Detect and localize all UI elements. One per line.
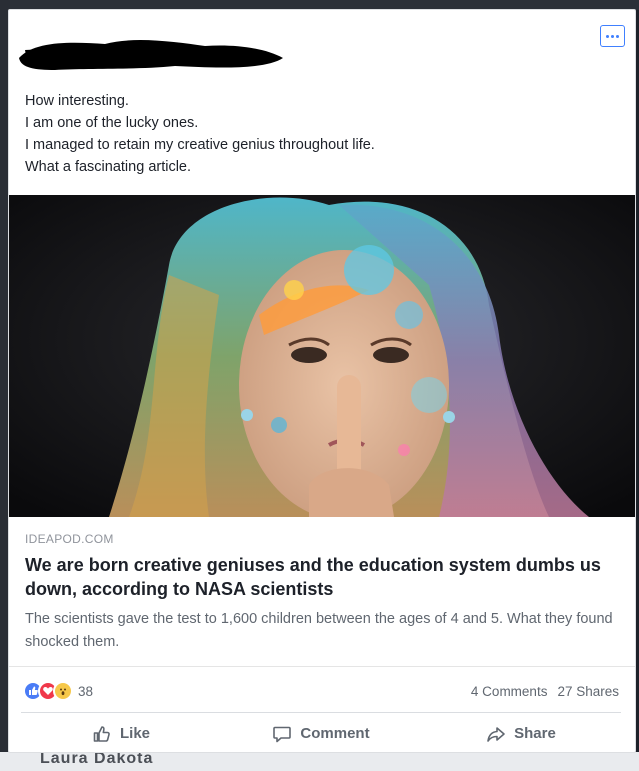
post-text-line: How interesting. <box>25 93 129 109</box>
ellipsis-icon <box>606 34 609 38</box>
link-domain: IDEAPOD.COM <box>25 532 114 546</box>
reactions-summary[interactable]: 38 <box>23 681 93 701</box>
like-button[interactable]: Like <box>21 713 221 752</box>
comment-label: Comment <box>300 725 370 742</box>
link-preview-image[interactable] <box>9 195 635 517</box>
engagement-counts: 4 Comments 27 Shares <box>471 684 619 699</box>
link-title[interactable]: We are born creative geniuses and the ed… <box>25 553 605 601</box>
redacted-author-name <box>15 30 285 72</box>
comments-count-link[interactable]: 4 Comments <box>471 684 548 699</box>
comment-button[interactable]: Comment <box>221 713 421 752</box>
post-options-button[interactable] <box>600 25 625 47</box>
post-card: How interesting. I am one of the lucky o… <box>8 9 636 753</box>
wow-reaction-icon <box>53 681 73 701</box>
share-arrow-icon <box>487 726 505 742</box>
post-text-line: I managed to retain my creative genius t… <box>25 137 375 153</box>
post-stats: 38 4 Comments 27 Shares <box>9 670 635 712</box>
post-text-line: What a fascinating article. <box>25 159 192 175</box>
comment-bubble-icon <box>273 726 292 742</box>
post-actions-bar: Like Comment Share <box>21 712 621 752</box>
share-button[interactable]: Share <box>421 713 621 752</box>
link-description: The scientists gave the test to 1,600 ch… <box>25 611 613 650</box>
shares-count-link[interactable]: 27 Shares <box>557 684 619 699</box>
reaction-count: 38 <box>78 683 94 699</box>
like-label: Like <box>119 725 150 742</box>
share-label: Share <box>514 725 556 742</box>
thumbs-up-icon <box>93 725 110 742</box>
post-message: How interesting. I am one of the lucky o… <box>25 90 615 178</box>
link-preview[interactable]: IDEAPOD.COM We are born creative geniuse… <box>9 517 635 667</box>
post-text-line: I am one of the lucky ones. <box>25 115 199 131</box>
